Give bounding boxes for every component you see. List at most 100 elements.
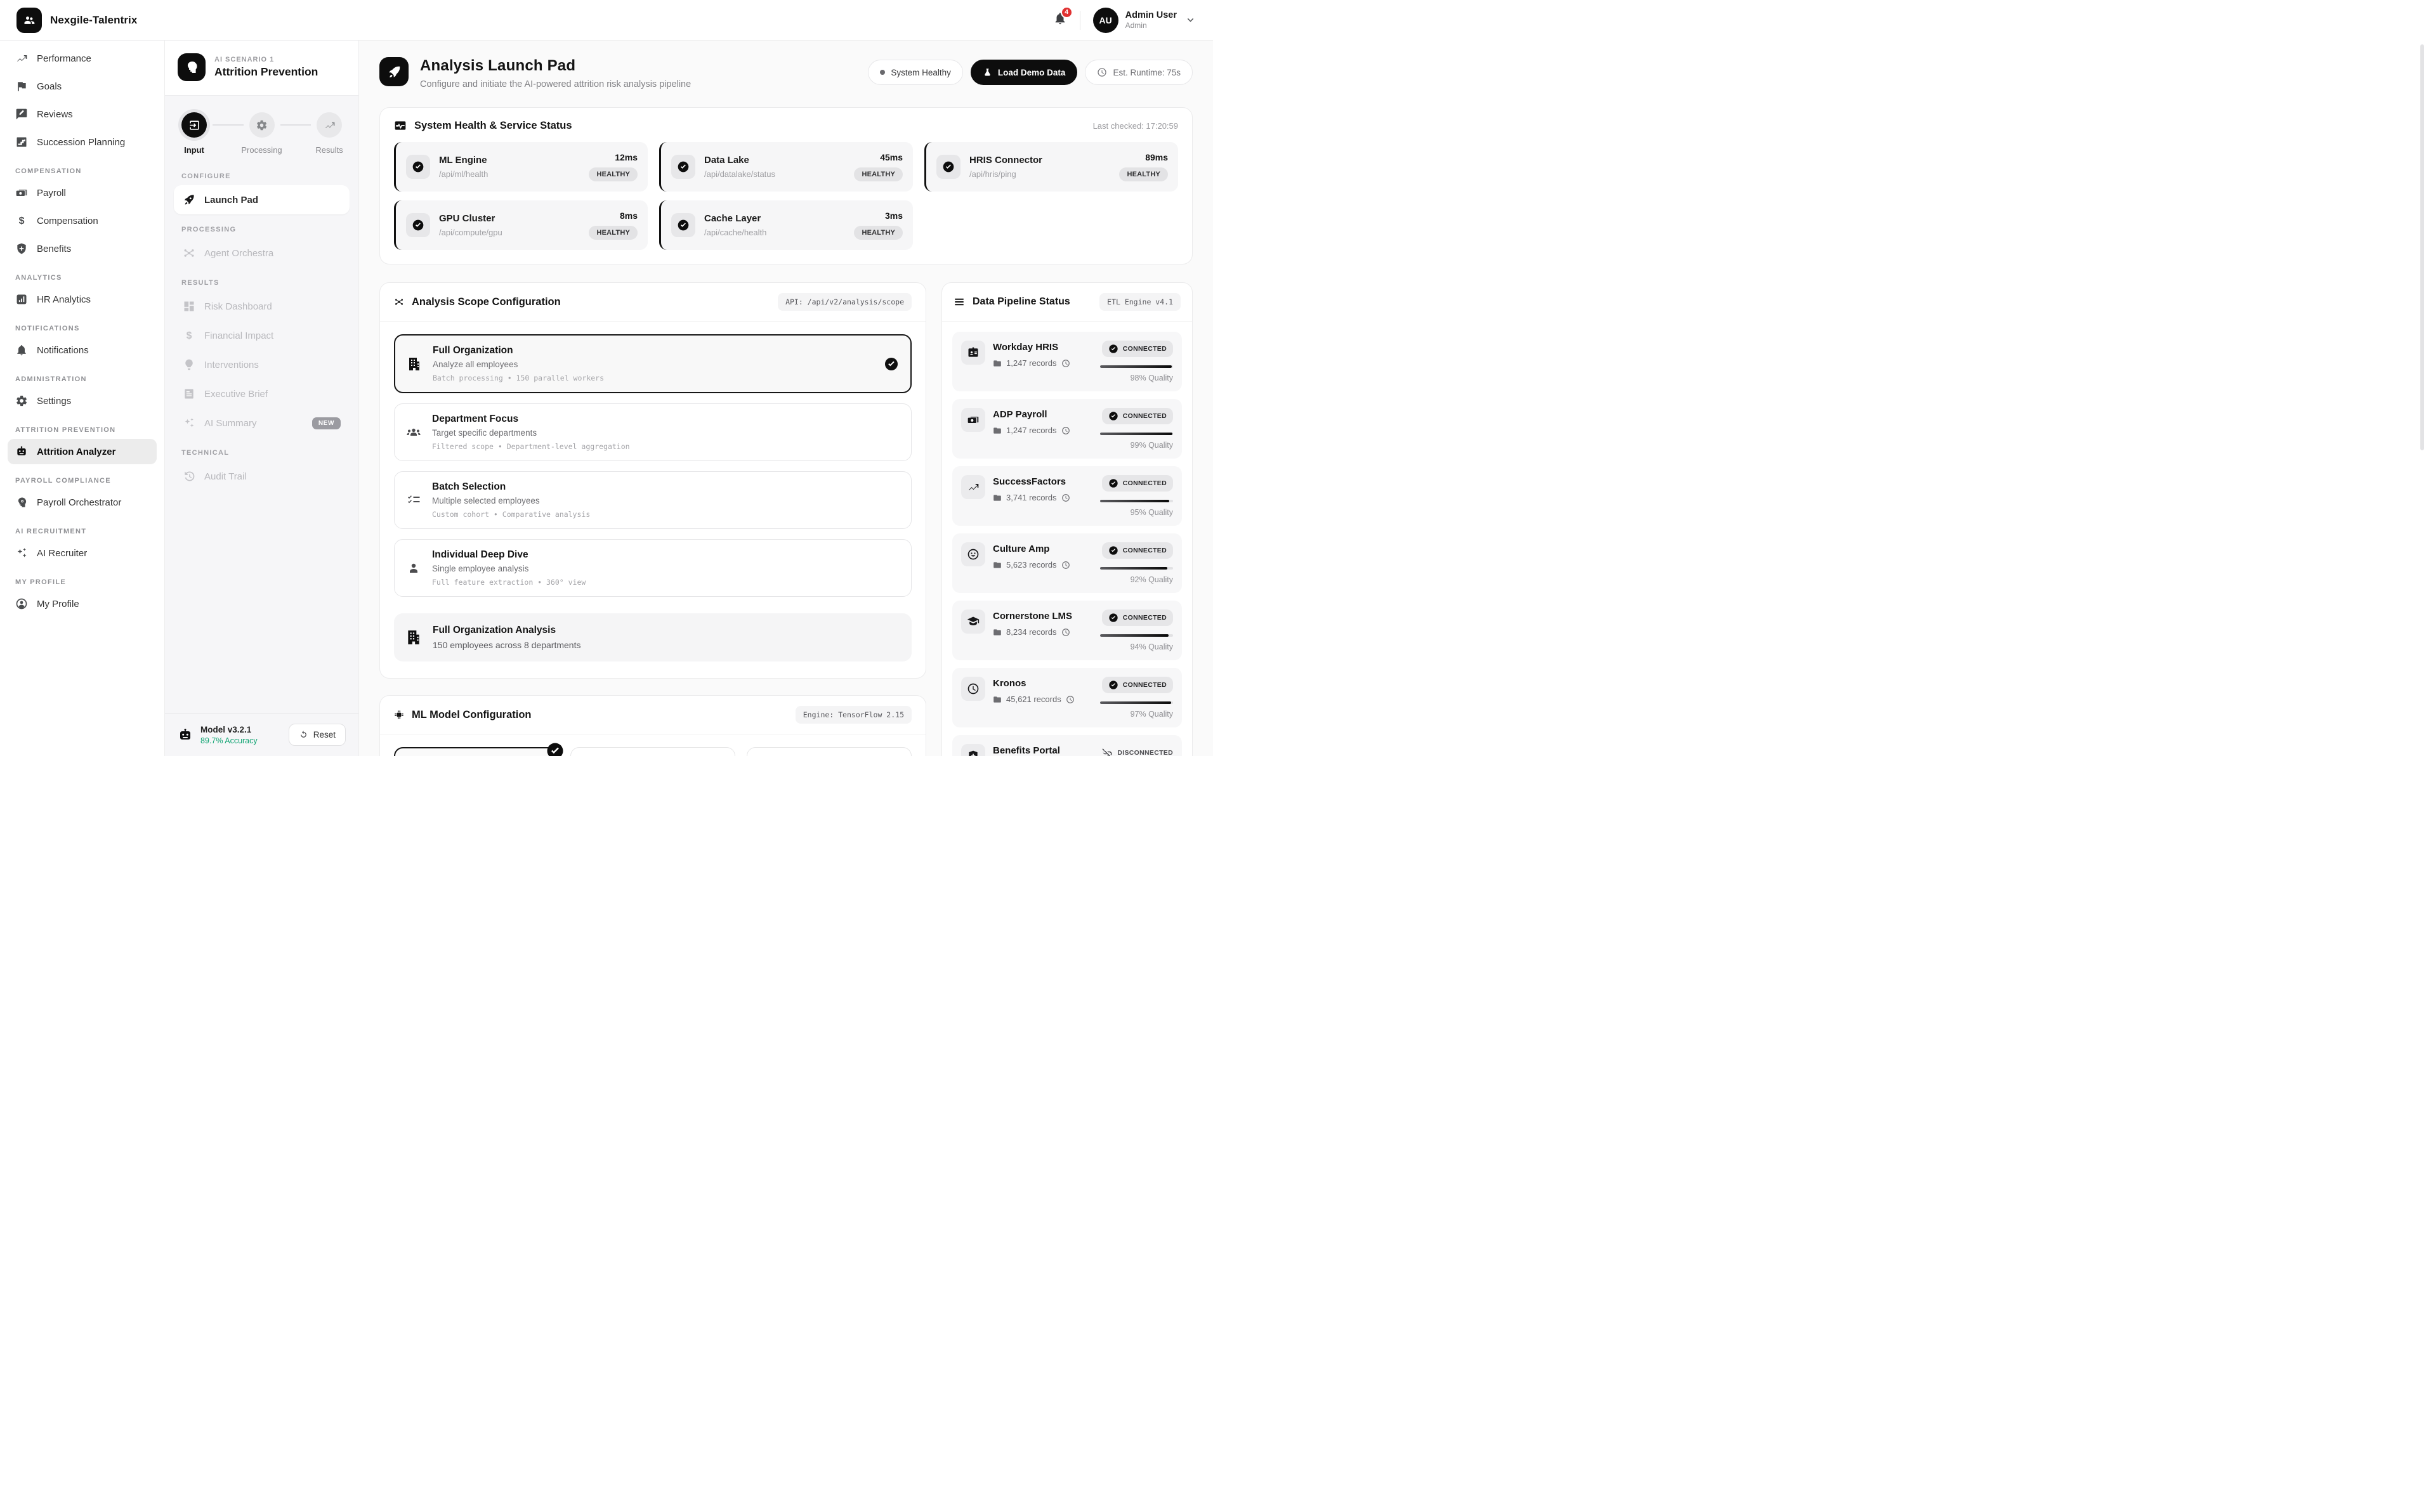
- pipeline-source-card: Workday HRIS 1,247 records: [952, 332, 1182, 391]
- avatar[interactable]: AU: [1093, 8, 1118, 33]
- source-name: Cornerstone LMS: [993, 611, 1072, 622]
- reset-button[interactable]: Reset: [289, 724, 346, 746]
- check-circle-icon: [1108, 344, 1118, 354]
- sidebar-item[interactable]: $ Compensation: [8, 208, 157, 233]
- step-label-results: Results: [315, 145, 343, 155]
- source-icon-box: [961, 677, 985, 701]
- source-status-badge: CONNECTED: [1102, 542, 1173, 559]
- load-demo-data-button[interactable]: Load Demo Data: [971, 60, 1078, 85]
- step-results[interactable]: [317, 112, 342, 138]
- scope-option[interactable]: Department Focus Target specific departm…: [394, 403, 912, 461]
- clock-icon: [967, 682, 980, 695]
- sidebar-item[interactable]: Payroll: [8, 180, 157, 205]
- source-icon-box: [961, 609, 985, 634]
- service-icon-box: [936, 155, 961, 179]
- notifications-button[interactable]: 4: [1053, 11, 1067, 29]
- sidebar-item[interactable]: Succession Planning: [8, 129, 157, 155]
- sidebar-item[interactable]: Settings: [8, 388, 157, 414]
- scope-option[interactable]: Full Organization Analyze all employees …: [394, 334, 912, 393]
- link-off-icon: [1101, 747, 1113, 756]
- gear-icon: [15, 394, 28, 407]
- model-card[interactable]: Hybrid Ensemble v1.5.0 XGB + LSTM: [747, 747, 912, 756]
- new-badge: NEW: [312, 417, 341, 429]
- sidebar-item-label: Attrition Analyzer: [37, 446, 115, 457]
- refresh-icon: [299, 730, 308, 740]
- trending-icon: [967, 481, 980, 493]
- sidebar-item[interactable]: Attrition Analyzer: [8, 439, 157, 464]
- clock-icon: [1061, 426, 1070, 435]
- sidebar-section-label: COMPENSATION: [15, 167, 149, 175]
- wallet-icon: [967, 414, 980, 426]
- sidebar-item[interactable]: Payroll Orchestrator: [8, 490, 157, 515]
- sidebar-item[interactable]: Reviews: [8, 101, 157, 127]
- scope-option-subtitle: Target specific departments: [432, 428, 630, 438]
- source-status-badge: DISCONNECTED: [1095, 744, 1173, 756]
- quality-label: 95% Quality: [1131, 508, 1173, 517]
- school-icon: [967, 615, 980, 628]
- scenario-sidebar: AI SCENARIO 1 Attrition Prevention Input: [165, 41, 359, 756]
- scrollbar-thumb[interactable]: [2420, 44, 2424, 450]
- scope-option[interactable]: Individual Deep Dive Single employee ana…: [394, 539, 912, 597]
- pipeline-source-card: Culture Amp 5,623 records: [952, 533, 1182, 593]
- service-path: /api/datalake/status: [704, 169, 775, 179]
- building-icon: [405, 629, 422, 646]
- sparkles-icon: [15, 547, 28, 559]
- chevron-down-icon[interactable]: [1184, 14, 1197, 26]
- check-circle-icon: [1108, 613, 1118, 623]
- clock-icon: [1061, 561, 1070, 570]
- sidebar-item[interactable]: Goals: [8, 74, 157, 99]
- sidebar-item[interactable]: HR Analytics: [8, 287, 157, 312]
- service-name: HRIS Connector: [969, 155, 1042, 166]
- service-latency: 12ms: [589, 152, 638, 162]
- source-status-badge: CONNECTED: [1102, 408, 1173, 424]
- quality-bar: [1100, 634, 1173, 637]
- sidebar-item[interactable]: Benefits: [8, 236, 157, 261]
- scope-option-title: Department Focus: [432, 414, 630, 425]
- menu-section-label: TECHNICAL: [181, 449, 342, 457]
- bell-icon: [15, 344, 28, 356]
- sidebar-item[interactable]: Notifications: [8, 337, 157, 363]
- pipeline-source-card: SuccessFactors 3,741 records: [952, 466, 1182, 526]
- model-version: Model v3.2.1: [200, 725, 258, 734]
- scope-option-title: Batch Selection: [432, 481, 590, 493]
- menu-section-label: CONFIGURE: [181, 173, 342, 180]
- sidebar-item[interactable]: My Profile: [8, 591, 157, 616]
- sidebar-section-label: ATTRITION PREVENTION: [15, 426, 149, 434]
- scope-option-note: Filtered scope • Department-level aggreg…: [432, 442, 630, 451]
- check-circle-icon: [942, 160, 955, 173]
- scope-summary: Full Organization Analysis 150 employees…: [394, 613, 912, 662]
- service-path: /api/ml/health: [439, 169, 488, 179]
- checklist-icon: [406, 493, 421, 508]
- menu-item-label: Audit Trail: [204, 471, 247, 482]
- scenario-tile: [178, 53, 206, 81]
- sparkles-icon: [183, 417, 195, 429]
- model-card[interactable]: Deep Neural Net v2.1.0 Transformer-based: [570, 747, 735, 756]
- quality-label: 97% Quality: [1131, 710, 1173, 719]
- sidebar-item[interactable]: AI Recruiter: [8, 540, 157, 566]
- shield-icon: [967, 750, 980, 756]
- model-card[interactable]: XGBoost Ensemble v3.2.1 Gradient Boostin…: [394, 747, 559, 756]
- scope-option[interactable]: Batch Selection Multiple selected employ…: [394, 471, 912, 529]
- step-connector: [280, 124, 311, 126]
- rocket-icon: [387, 65, 402, 79]
- source-status-badge: CONNECTED: [1102, 341, 1173, 357]
- sidebar-item-label: Compensation: [37, 216, 98, 226]
- service-name: Cache Layer: [704, 213, 766, 224]
- step-input[interactable]: [181, 112, 207, 138]
- service-icon-box: [671, 155, 695, 179]
- page-scrollbar[interactable]: [2420, 44, 2424, 748]
- step-processing[interactable]: [249, 112, 275, 138]
- folder-icon: [993, 493, 1002, 502]
- service-latency: 8ms: [589, 211, 638, 221]
- sidebar-item-label: HR Analytics: [37, 294, 91, 305]
- scope-card: Analysis Scope Configuration API: /api/v…: [379, 282, 926, 679]
- service-latency: 89ms: [1119, 152, 1168, 162]
- clock-icon: [1066, 695, 1075, 704]
- last-checked: Last checked: 17:20:59: [1093, 121, 1178, 131]
- dashboard-icon: [183, 300, 195, 313]
- service-icon-box: [406, 155, 430, 179]
- doc-icon: [183, 388, 195, 400]
- step-label-processing: Processing: [241, 145, 282, 155]
- menu-item[interactable]: Launch Pad: [174, 185, 350, 214]
- sidebar-item[interactable]: Performance: [8, 46, 157, 71]
